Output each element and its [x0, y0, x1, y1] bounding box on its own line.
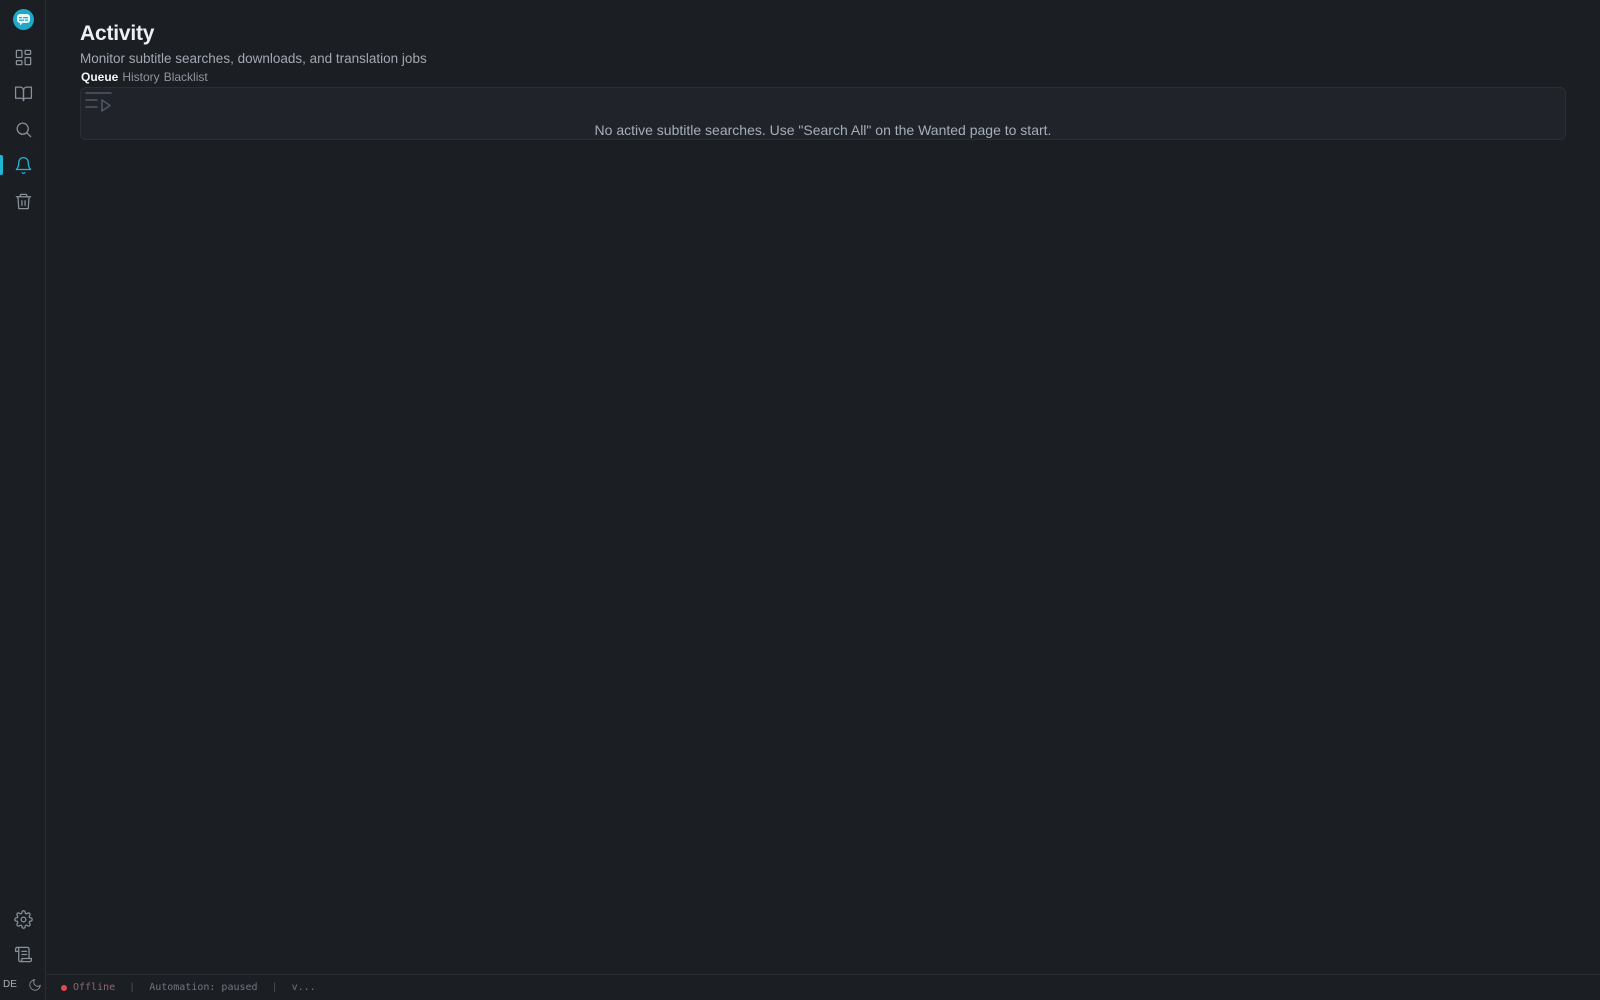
- subtitle-bubble-logo-icon[interactable]: [13, 9, 34, 30]
- sidebar: DE: [0, 0, 46, 1000]
- page-title: Activity: [80, 22, 155, 45]
- tab-history[interactable]: History: [121, 70, 160, 84]
- page-subtitle: Monitor subtitle searches, downloads, an…: [80, 51, 427, 66]
- status-bar: Offline | Automation: paused | v...: [47, 974, 1600, 1000]
- dashboard-grid-icon: [15, 49, 31, 65]
- queue-panel: No active subtitle searches. Use "Search…: [80, 87, 1566, 140]
- sidebar-item-library[interactable]: [0, 76, 46, 110]
- tab-blacklist[interactable]: Blacklist: [163, 70, 209, 84]
- activity-tabs: Queue History Blacklist: [80, 70, 209, 84]
- sidebar-item-search[interactable]: [0, 112, 46, 146]
- scroll-log-icon: [14, 946, 32, 962]
- list-play-icon: [83, 90, 113, 116]
- trash-icon: [15, 193, 31, 209]
- app-root: DE Activity Monitor subtitle searches, d…: [0, 0, 1600, 1000]
- automation-status: Automation: paused: [149, 982, 258, 993]
- language-toggle[interactable]: DE: [3, 979, 17, 990]
- tab-queue[interactable]: Queue: [80, 70, 119, 84]
- sidebar-item-dashboard[interactable]: [0, 40, 46, 74]
- theme-toggle[interactable]: [28, 978, 42, 992]
- connection-status-dot: [61, 984, 67, 991]
- bell-icon: [15, 156, 31, 174]
- version-label: v...: [291, 982, 316, 993]
- book-open-icon: [14, 86, 32, 101]
- main-content: Activity Monitor subtitle searches, down…: [47, 0, 1600, 974]
- empty-queue-message: No active subtitle searches. Use "Search…: [594, 122, 1052, 138]
- status-separator: |: [271, 982, 278, 993]
- sidebar-item-logs[interactable]: [0, 937, 46, 971]
- moon-icon: [29, 979, 41, 991]
- connection-status: Offline: [73, 982, 116, 993]
- sidebar-item-blacklist[interactable]: [0, 184, 46, 218]
- gear-icon: [13, 909, 33, 929]
- status-separator: |: [129, 982, 136, 993]
- sidebar-item-settings[interactable]: [0, 902, 46, 936]
- search-icon: [16, 122, 31, 137]
- sidebar-item-activity[interactable]: [0, 148, 46, 182]
